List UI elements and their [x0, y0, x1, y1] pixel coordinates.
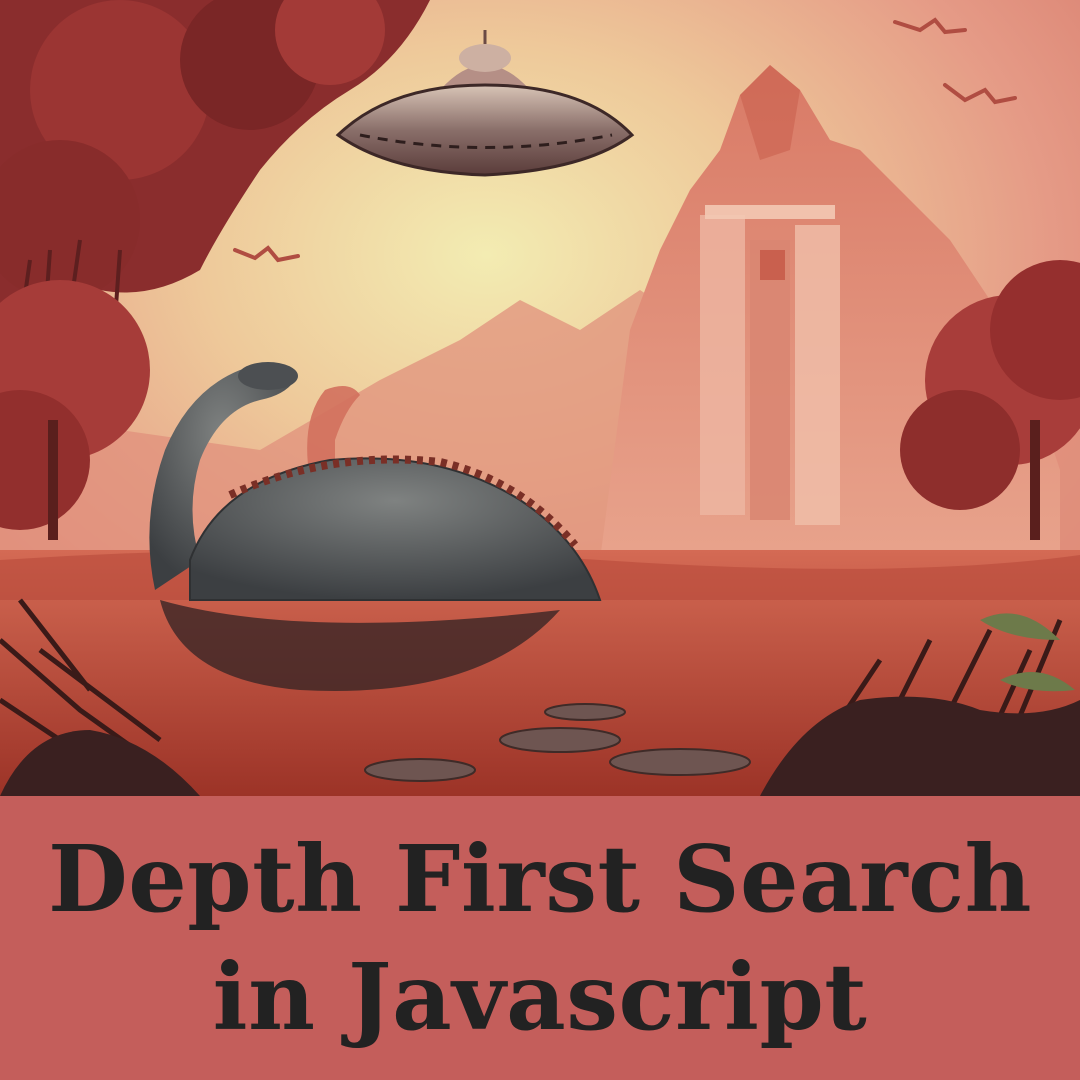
- cover-illustration: [0, 0, 1080, 796]
- book-cover: Depth First Search in Javascript: [0, 0, 1080, 1080]
- title-band: Depth First Search in Javascript: [0, 796, 1080, 1080]
- title-line-2: in Javascript: [212, 943, 868, 1051]
- title-line-1: Depth First Search: [47, 825, 1033, 933]
